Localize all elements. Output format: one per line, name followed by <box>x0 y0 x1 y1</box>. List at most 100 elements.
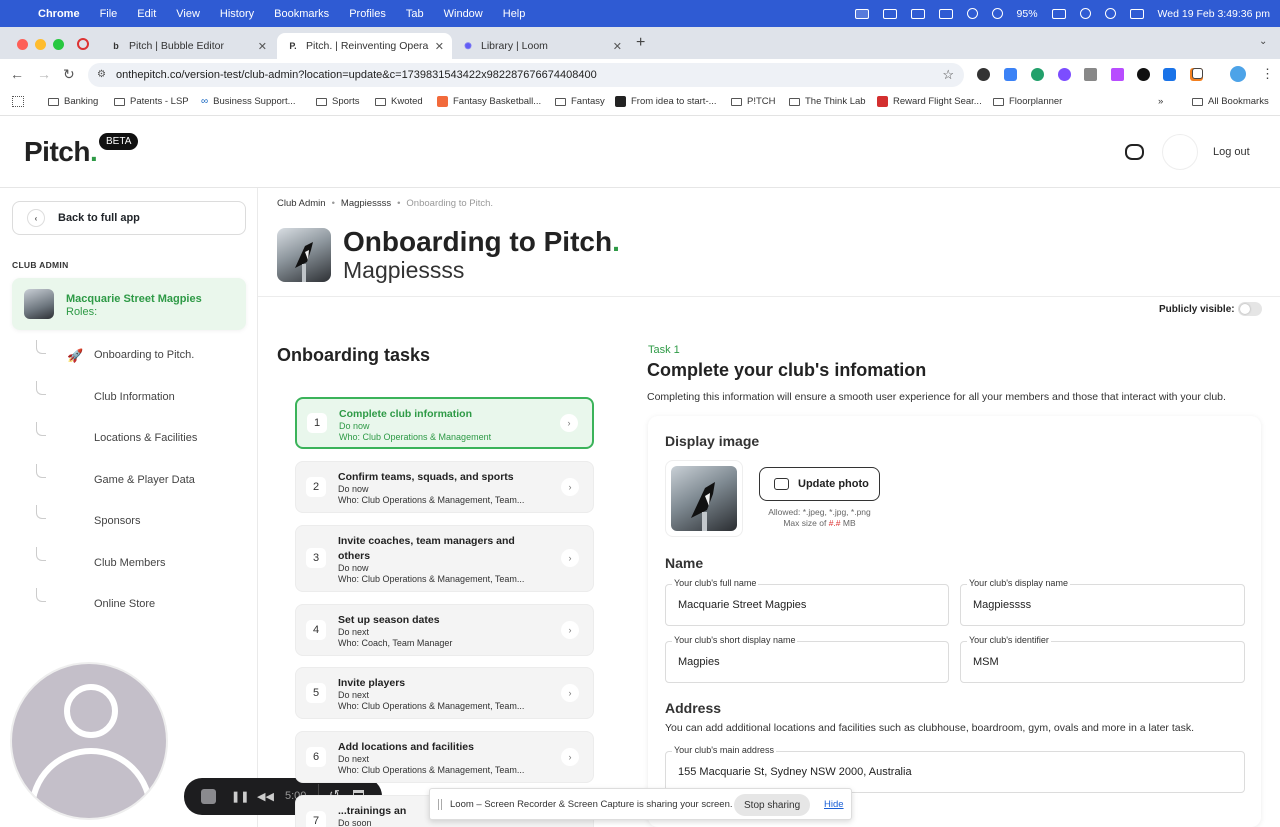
sidebar-item-club-members[interactable]: Club Members <box>94 557 166 569</box>
battery-icon[interactable] <box>1051 8 1066 19</box>
profile-avatar-icon[interactable] <box>1230 66 1246 82</box>
loom-camera-bubble[interactable] <box>10 662 168 820</box>
close-window-button[interactable] <box>17 39 28 50</box>
task-card[interactable]: 5 Invite players Do next Who: Club Opera… <box>295 667 594 719</box>
wifi-icon[interactable] <box>1079 8 1091 19</box>
club-identifier-field[interactable]: Your club's identifier MSM <box>960 635 1245 683</box>
task-card[interactable]: 2 Confirm teams, squads, and sports Do n… <box>295 461 594 513</box>
bookmark-kwoted[interactable]: Kwoted <box>375 96 423 107</box>
extension-icon[interactable] <box>977 68 990 81</box>
menu-window[interactable]: Window <box>444 8 483 20</box>
all-bookmarks-button[interactable]: All Bookmarks <box>1192 96 1269 107</box>
club-short-name-field[interactable]: Your club's short display name Magpies <box>665 635 949 683</box>
menu-history[interactable]: History <box>220 8 254 20</box>
play-icon[interactable] <box>966 8 978 19</box>
menu-profiles[interactable]: Profiles <box>349 8 386 20</box>
menu-view[interactable]: View <box>176 8 200 20</box>
back-icon[interactable]: ← <box>10 66 24 82</box>
menu-file[interactable]: File <box>100 8 118 20</box>
bookmark-idea-to-startup[interactable]: From idea to start-... <box>615 96 717 107</box>
close-tab-icon[interactable]: ✕ <box>613 40 622 53</box>
screen-record-icon[interactable] <box>854 8 869 19</box>
chat-icon[interactable] <box>1125 144 1144 160</box>
bookmark-think-lab[interactable]: The Think Lab <box>789 96 866 107</box>
extension-icon[interactable] <box>1084 68 1097 81</box>
apps-grid-icon[interactable] <box>12 96 24 107</box>
breadcrumb-magpiessss[interactable]: Magpiessss <box>341 198 391 209</box>
bookmark-business-support[interactable]: ∞ Business Support... <box>201 96 296 107</box>
close-tab-icon[interactable]: ✕ <box>435 40 444 53</box>
extension-icon[interactable] <box>1137 68 1150 81</box>
stop-recording-icon[interactable] <box>201 789 216 804</box>
logout-link[interactable]: Log out <box>1213 146 1250 158</box>
breadcrumb-club-admin[interactable]: Club Admin <box>277 198 326 209</box>
publicly-visible-toggle[interactable] <box>1238 302 1262 316</box>
address-bar[interactable]: ⚙ onthepitch.co/version-test/club-admin?… <box>88 63 964 87</box>
control-center-icon[interactable] <box>1129 8 1144 19</box>
pause-icon[interactable]: ❚❚ <box>231 790 249 803</box>
search-icon[interactable] <box>1104 8 1116 19</box>
bookmark-banking[interactable]: Banking <box>48 96 98 107</box>
club-full-name-field[interactable]: Your club's full name Macquarie Street M… <box>665 578 949 626</box>
stop-sharing-button[interactable]: Stop sharing <box>734 794 811 816</box>
user-avatar[interactable] <box>1162 134 1198 170</box>
extensions-puzzle-icon[interactable] <box>1192 68 1203 79</box>
menu-bookmarks[interactable]: Bookmarks <box>274 8 329 20</box>
bookmark-fantasy[interactable]: Fantasy <box>555 96 605 107</box>
rewind-icon[interactable]: ◀◀ <box>257 790 274 803</box>
bookmarks-overflow-button[interactable]: » <box>1158 96 1163 107</box>
menu-help[interactable]: Help <box>503 8 526 20</box>
new-tab-button[interactable]: + <box>636 34 645 52</box>
battery-level[interactable]: 95% <box>1017 8 1038 20</box>
extension-icon[interactable] <box>1163 68 1176 81</box>
bookmark-floorplanner[interactable]: Floorplanner <box>993 96 1062 107</box>
pitch-logo[interactable]: Pitch. <box>24 136 98 168</box>
sidebar-item-locations[interactable]: Locations & Facilities <box>94 432 197 444</box>
menubar-clock[interactable]: Wed 19 Feb 3:49:36 pm <box>1158 8 1270 20</box>
menu-tab[interactable]: Tab <box>406 8 424 20</box>
bookmark-pitch[interactable]: P!TCH <box>731 96 776 107</box>
sidebar-item-club-information[interactable]: Club Information <box>94 391 175 403</box>
minimize-window-button[interactable] <box>35 39 46 50</box>
close-tab-icon[interactable]: ✕ <box>258 40 267 53</box>
bookmark-star-icon[interactable]: ☆ <box>942 67 954 83</box>
extension-icon[interactable] <box>1031 68 1044 81</box>
sidebar-item-game-player-data[interactable]: Game & Player Data <box>94 474 195 486</box>
sidebar-item-sponsors[interactable]: Sponsors <box>94 515 140 527</box>
tab-loom-library[interactable]: ✺ Library | Loom ✕ <box>452 33 630 59</box>
club-address-field[interactable]: Your club's main address 155 Macquarie S… <box>665 745 1245 793</box>
maximize-window-button[interactable] <box>53 39 64 50</box>
task-card[interactable]: 6 Add locations and facilities Do next W… <box>295 731 594 783</box>
notion-icon[interactable] <box>910 8 925 19</box>
reload-icon[interactable]: ↻ <box>63 66 75 83</box>
notes-icon[interactable] <box>882 8 897 19</box>
task-card[interactable]: 4 Set up season dates Do next Who: Coach… <box>295 604 594 656</box>
chrome-menu-icon[interactable]: ⋮ <box>1261 66 1274 82</box>
club-display-name-field[interactable]: Your club's display name Magpiessss <box>960 578 1245 626</box>
bookmark-reward-flight[interactable]: Reward Flight Sear... <box>877 96 982 107</box>
forward-icon[interactable]: → <box>37 66 51 82</box>
recording-tab-icon[interactable] <box>77 38 89 50</box>
tab-search-icon[interactable]: ⌄ <box>1259 36 1267 47</box>
menu-edit[interactable]: Edit <box>137 8 156 20</box>
window-icon[interactable] <box>938 8 953 19</box>
drag-handle-icon[interactable] <box>438 799 442 810</box>
bluetooth-icon[interactable] <box>991 8 1003 19</box>
bookmark-sports[interactable]: Sports <box>316 96 359 107</box>
update-photo-button[interactable]: Update photo <box>759 467 880 501</box>
extension-icon[interactable] <box>1058 68 1071 81</box>
bookmark-patents[interactable]: Patents - LSP <box>114 96 189 107</box>
extension-icon[interactable] <box>1004 68 1017 81</box>
bookmark-fantasy-basketball[interactable]: Fantasy Basketball... <box>437 96 541 107</box>
extension-icon[interactable] <box>1111 68 1124 81</box>
task-card[interactable]: 1 Complete club information Do now Who: … <box>295 397 594 449</box>
site-settings-icon[interactable]: ⚙ <box>97 69 106 80</box>
back-to-full-app-button[interactable]: ‹ Back to full app <box>12 201 246 235</box>
sidebar-item-onboarding[interactable]: Onboarding to Pitch. <box>94 349 194 361</box>
tab-pitch[interactable]: P. Pitch. | Reinventing Opera ✕ <box>277 33 452 59</box>
sidebar-item-online-store[interactable]: Online Store <box>94 598 155 610</box>
hide-banner-link[interactable]: Hide <box>824 799 844 810</box>
tab-bubble-editor[interactable]: b Pitch | Bubble Editor ✕ <box>100 33 275 59</box>
menu-app-name[interactable]: Chrome <box>38 8 80 20</box>
task-card[interactable]: 3 Invite coaches, team managers and othe… <box>295 525 594 592</box>
